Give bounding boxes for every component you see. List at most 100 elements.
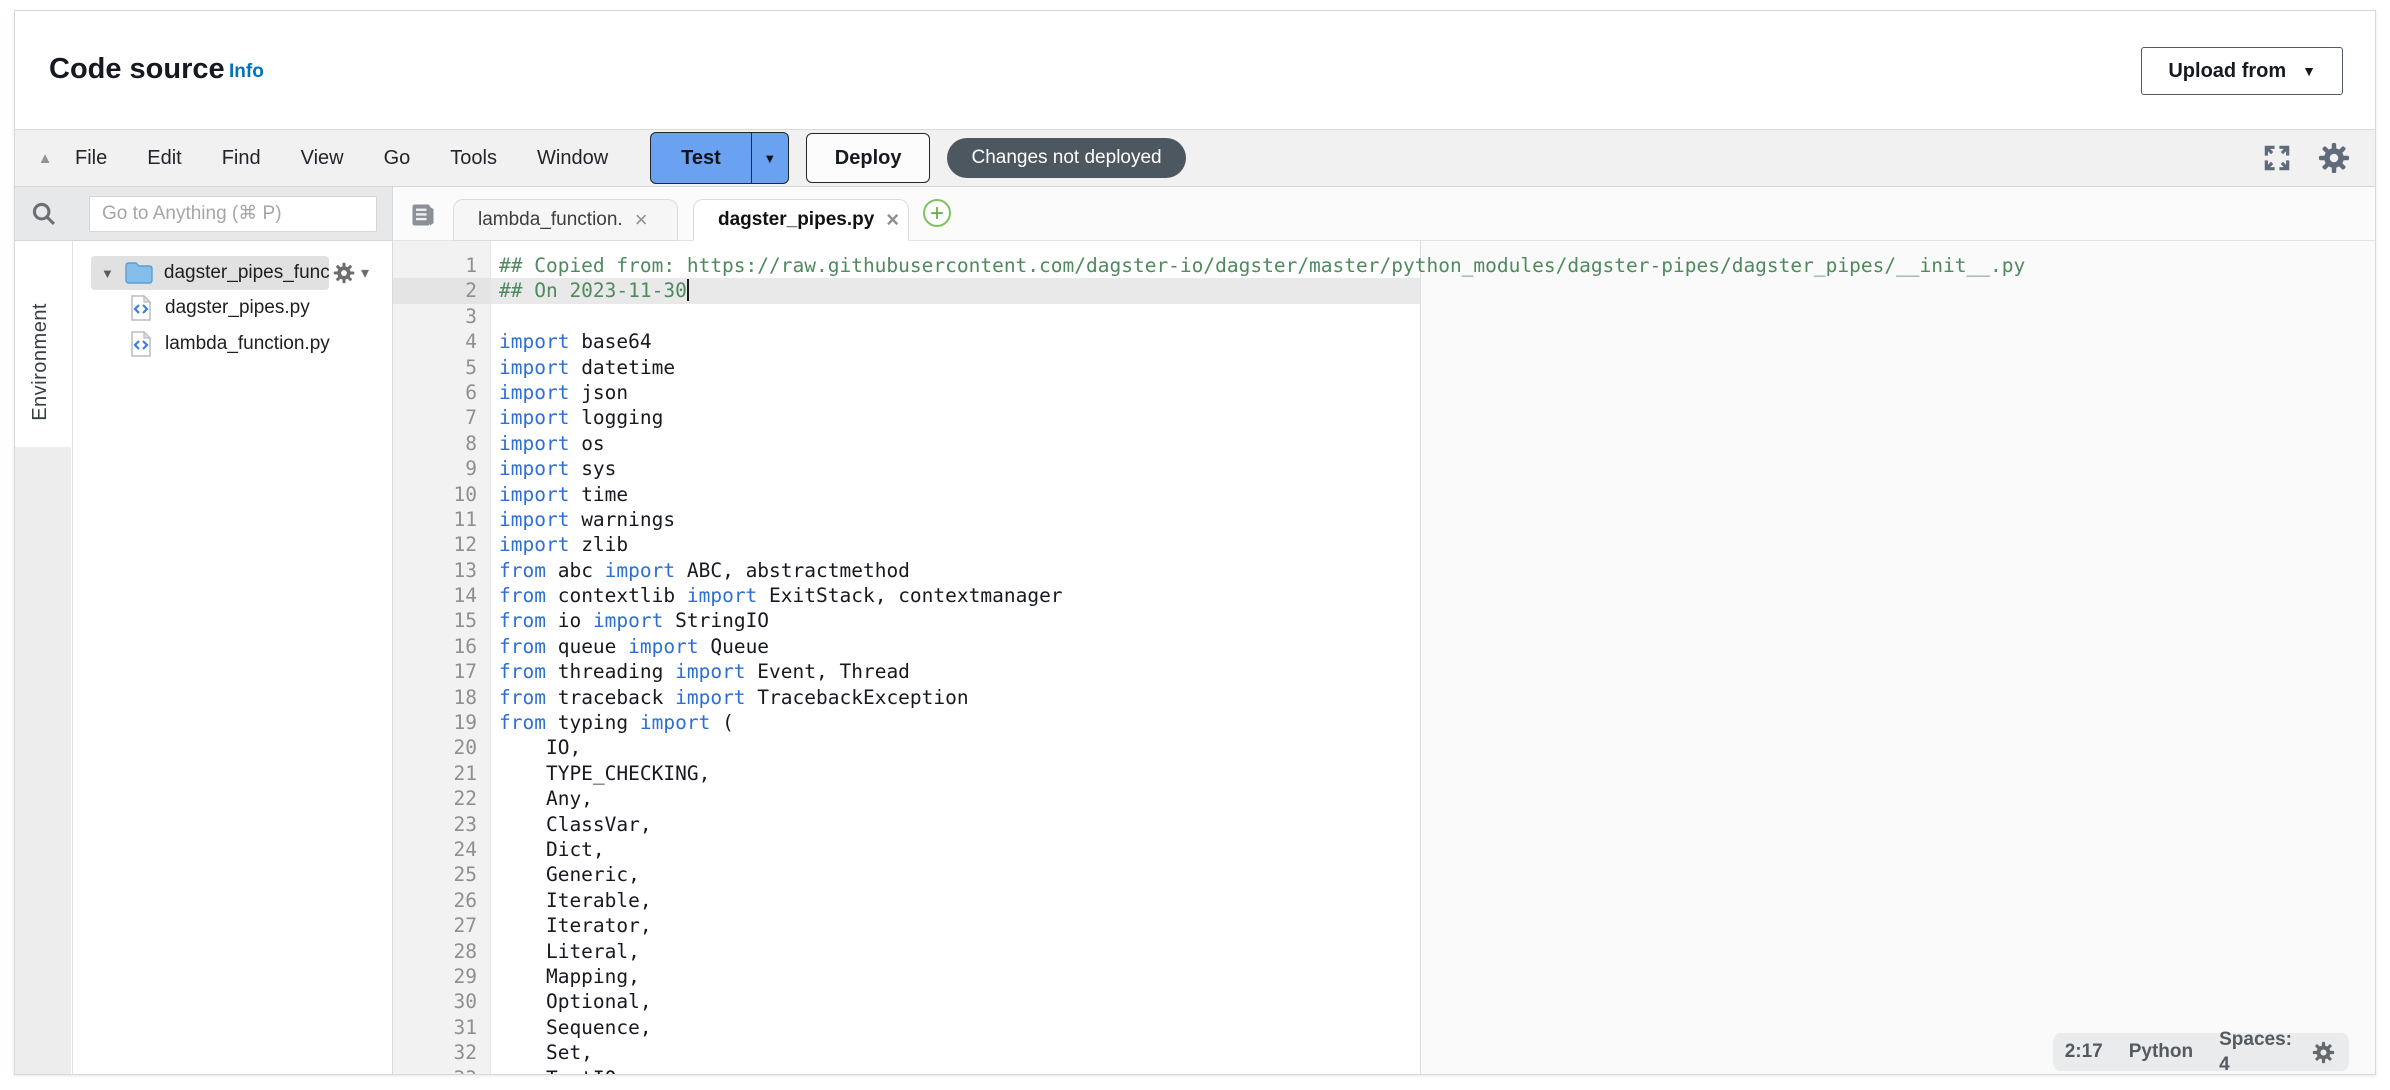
line-number[interactable]: 15 xyxy=(393,608,491,633)
tab-lambda-function[interactable]: lambda_function. × xyxy=(453,199,678,241)
folder-settings-control[interactable]: ▾ xyxy=(331,260,369,286)
code-line[interactable]: 23 ClassVar, xyxy=(393,812,2375,837)
code-line[interactable]: 11import warnings xyxy=(393,507,2375,532)
line-number[interactable]: 22 xyxy=(393,786,491,811)
menu-edit[interactable]: Edit xyxy=(147,147,181,170)
cursor-position[interactable]: 2:17 xyxy=(2065,1039,2103,1064)
code-line[interactable]: 24 Dict, xyxy=(393,837,2375,862)
line-number[interactable]: 17 xyxy=(393,659,491,684)
line-text: from abc import ABC, abstractmethod xyxy=(491,558,910,583)
code-line[interactable]: 12import zlib xyxy=(393,532,2375,557)
line-number[interactable]: 25 xyxy=(393,862,491,887)
line-number[interactable]: 29 xyxy=(393,964,491,989)
caret-down-icon[interactable]: ▼ xyxy=(101,266,114,281)
line-number[interactable]: 20 xyxy=(393,735,491,760)
tab-label: lambda_function. xyxy=(478,209,623,231)
line-number[interactable]: 27 xyxy=(393,913,491,938)
code-line[interactable]: 9import sys xyxy=(393,456,2375,481)
line-number[interactable]: 21 xyxy=(393,761,491,786)
tree-row-folder[interactable]: ▼ dagster_pipes_funct xyxy=(73,256,392,290)
code-line[interactable]: 19from typing import ( xyxy=(393,710,2375,735)
code-line[interactable]: 2## On 2023-11-30 xyxy=(393,278,2375,303)
code-line[interactable]: 8import os xyxy=(393,431,2375,456)
line-number[interactable]: 11 xyxy=(393,507,491,532)
code-line[interactable]: 20 IO, xyxy=(393,735,2375,760)
line-number[interactable]: 31 xyxy=(393,1015,491,1040)
code-editor[interactable]: 1## Copied from: https://raw.githubuserc… xyxy=(393,241,2375,1074)
line-number[interactable]: 24 xyxy=(393,837,491,862)
editor-settings-gear-icon[interactable] xyxy=(2310,1039,2337,1066)
menu-go[interactable]: Go xyxy=(384,147,411,170)
line-number[interactable]: 13 xyxy=(393,558,491,583)
tab-list-icon[interactable] xyxy=(409,201,437,229)
line-number[interactable]: 4 xyxy=(393,329,491,354)
code-line[interactable]: 15from io import StringIO xyxy=(393,608,2375,633)
line-number[interactable]: 2 xyxy=(393,278,491,303)
line-number[interactable]: 12 xyxy=(393,532,491,557)
settings-gear-icon[interactable] xyxy=(2315,139,2353,177)
test-button[interactable]: Test xyxy=(651,133,751,183)
language-mode[interactable]: Python xyxy=(2129,1039,2193,1064)
menu-file[interactable]: File xyxy=(75,147,107,170)
line-number[interactable]: 32 xyxy=(393,1040,491,1065)
code-line[interactable]: 5import datetime xyxy=(393,355,2375,380)
python-file-icon xyxy=(129,294,153,322)
selected-row-highlight: ▼ dagster_pipes_funct xyxy=(91,256,329,290)
line-number[interactable]: 8 xyxy=(393,431,491,456)
test-split-button[interactable]: Test ▼ xyxy=(650,132,789,184)
code-line[interactable]: 7import logging xyxy=(393,405,2375,430)
tree-row-file[interactable]: dagster_pipes.py xyxy=(73,291,392,325)
menu-find[interactable]: Find xyxy=(222,147,261,170)
info-link[interactable]: Info xyxy=(229,61,264,83)
code-line[interactable]: 29 Mapping, xyxy=(393,964,2375,989)
code-line[interactable]: 27 Iterator, xyxy=(393,913,2375,938)
line-number[interactable]: 30 xyxy=(393,989,491,1014)
tree-row-file[interactable]: lambda_function.py xyxy=(73,327,392,361)
line-number[interactable]: 6 xyxy=(393,380,491,405)
line-number[interactable]: 19 xyxy=(393,710,491,735)
menu-tools[interactable]: Tools xyxy=(450,147,497,170)
line-number[interactable]: 16 xyxy=(393,634,491,659)
code-line[interactable]: 28 Literal, xyxy=(393,939,2375,964)
line-number[interactable]: 26 xyxy=(393,888,491,913)
indentation-setting[interactable]: Spaces: 4 xyxy=(2219,1027,2292,1074)
code-line[interactable]: 14from contextlib import ExitStack, cont… xyxy=(393,583,2375,608)
line-number[interactable]: 10 xyxy=(393,482,491,507)
search-input[interactable] xyxy=(89,196,377,232)
deploy-button[interactable]: Deploy xyxy=(806,133,931,183)
line-number[interactable]: 28 xyxy=(393,939,491,964)
menu-view[interactable]: View xyxy=(301,147,344,170)
menu-window[interactable]: Window xyxy=(537,147,608,170)
code-line[interactable]: 22 Any, xyxy=(393,786,2375,811)
close-icon[interactable]: × xyxy=(635,209,648,231)
code-line[interactable]: 17from threading import Event, Thread xyxy=(393,659,2375,684)
line-number[interactable]: 7 xyxy=(393,405,491,430)
new-tab-plus-icon[interactable]: + xyxy=(923,199,951,227)
code-line[interactable]: 25 Generic, xyxy=(393,862,2375,887)
code-line[interactable]: 26 Iterable, xyxy=(393,888,2375,913)
close-icon[interactable]: × xyxy=(886,209,899,231)
collapse-panel-icon[interactable]: ▲ xyxy=(15,150,75,167)
code-line[interactable]: 4import base64 xyxy=(393,329,2375,354)
line-number[interactable]: 18 xyxy=(393,685,491,710)
line-number[interactable]: 1 xyxy=(393,253,491,278)
upload-from-button[interactable]: Upload from ▼ xyxy=(2141,47,2343,95)
line-number[interactable]: 5 xyxy=(393,355,491,380)
code-line[interactable]: 1## Copied from: https://raw.githubuserc… xyxy=(393,253,2375,278)
code-line[interactable]: 30 Optional, xyxy=(393,989,2375,1014)
test-dropdown-button[interactable]: ▼ xyxy=(751,133,788,183)
code-line[interactable]: 6import json xyxy=(393,380,2375,405)
line-number[interactable]: 33 xyxy=(393,1066,491,1075)
code-line[interactable]: 18from traceback import TracebackExcepti… xyxy=(393,685,2375,710)
code-line[interactable]: 10import time xyxy=(393,482,2375,507)
tab-dagster-pipes[interactable]: dagster_pipes.py × xyxy=(693,199,909,241)
line-number[interactable]: 23 xyxy=(393,812,491,837)
line-number[interactable]: 14 xyxy=(393,583,491,608)
code-line[interactable]: 13from abc import ABC, abstractmethod xyxy=(393,558,2375,583)
line-number[interactable]: 9 xyxy=(393,456,491,481)
line-number[interactable]: 3 xyxy=(393,304,491,329)
code-line[interactable]: 21 TYPE_CHECKING, xyxy=(393,761,2375,786)
code-line[interactable]: 16from queue import Queue xyxy=(393,634,2375,659)
code-line[interactable]: 3 xyxy=(393,304,2375,329)
fullscreen-icon[interactable] xyxy=(2261,142,2293,174)
